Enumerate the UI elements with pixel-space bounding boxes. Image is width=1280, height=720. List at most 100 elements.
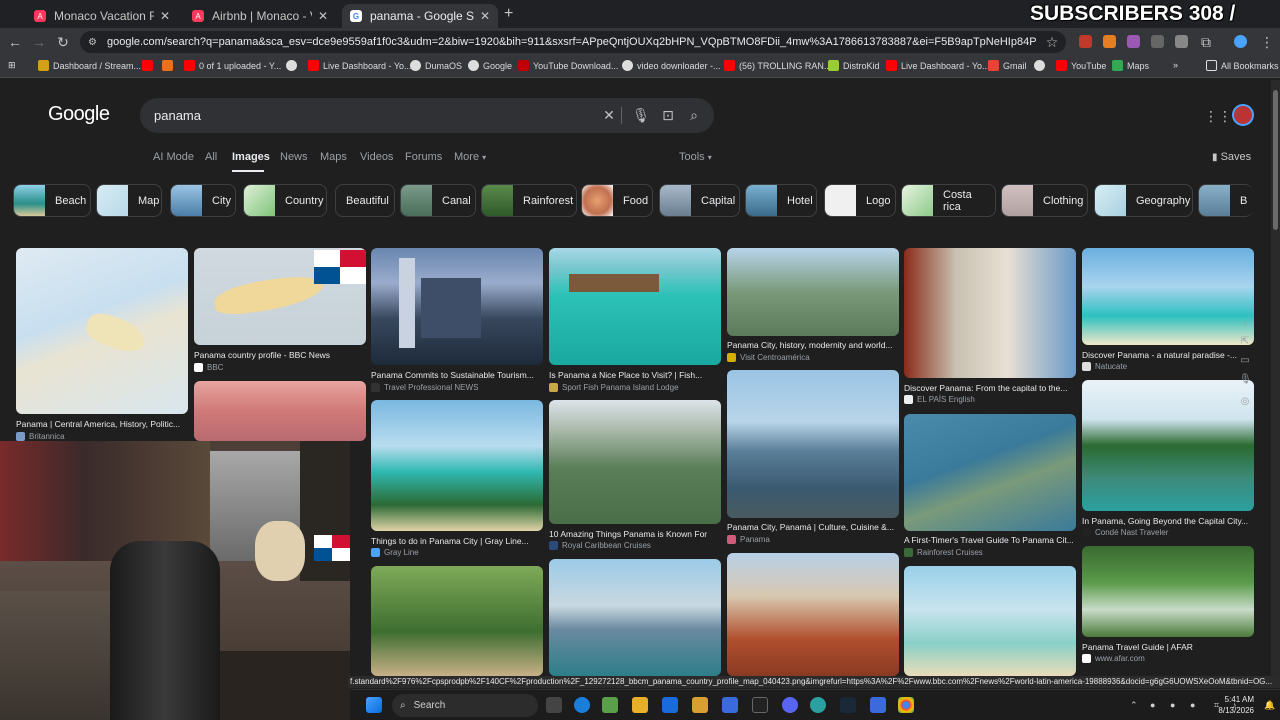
- tray-app-icon[interactable]: ●: [1190, 700, 1195, 710]
- lens-icon[interactable]: ◎: [1239, 396, 1251, 408]
- chip-beautiful[interactable]: Beautiful: [335, 184, 395, 217]
- edge-icon[interactable]: [574, 697, 590, 713]
- chip-logo[interactable]: Logo: [824, 184, 896, 217]
- extension-icon[interactable]: [1151, 35, 1164, 48]
- bookmark-item[interactable]: DumaOS: [410, 60, 462, 71]
- tab-ai-mode[interactable]: AI Mode: [153, 151, 194, 163]
- scrollbar-thumb[interactable]: [1273, 90, 1278, 230]
- chip-costa-rica[interactable]: Costa rica: [901, 184, 996, 217]
- chip-beach[interactable]: Beach: [13, 184, 91, 217]
- browser-tab-2[interactable]: A Airbnb | Monaco - Vacation Re ✕: [184, 4, 336, 28]
- system-clock[interactable]: 5:41 AM 8/13/2026: [1218, 694, 1254, 716]
- bookmark-item[interactable]: video downloader -...: [622, 60, 721, 71]
- close-icon[interactable]: ✕: [160, 9, 170, 23]
- bookmark-item[interactable]: (56) TROLLING RAN...: [724, 60, 831, 71]
- discord-icon[interactable]: [782, 697, 798, 713]
- tab-news[interactable]: News: [280, 151, 308, 163]
- google-logo[interactable]: Google: [48, 103, 110, 126]
- bookmark-item[interactable]: [162, 60, 177, 71]
- bookmark-item[interactable]: YouTube Download...: [518, 60, 618, 71]
- extension-icon[interactable]: [1127, 35, 1140, 48]
- close-icon[interactable]: ✕: [480, 9, 490, 23]
- chevron-up-icon[interactable]: ⌃: [1130, 700, 1138, 711]
- tab-more[interactable]: More ▾: [454, 151, 486, 163]
- app-icon[interactable]: [870, 697, 886, 713]
- chip-clothing[interactable]: Clothing: [1001, 184, 1088, 217]
- task-view-icon[interactable]: [546, 697, 562, 713]
- search-box[interactable]: panama ✕ 🎙 ⊡ ⌕: [140, 98, 714, 133]
- chip-hotel[interactable]: Hotel: [745, 184, 817, 217]
- steam-icon[interactable]: [840, 697, 856, 713]
- chip-b[interactable]: B: [1198, 184, 1253, 217]
- bookmark-item[interactable]: Dashboard / Stream...: [38, 60, 141, 71]
- clear-icon[interactable]: ✕: [600, 106, 618, 124]
- bookmark-item[interactable]: DistroKid: [828, 60, 880, 71]
- reload-icon[interactable]: ↻: [54, 33, 72, 51]
- app-icon[interactable]: [662, 697, 678, 713]
- tray-app-icon[interactable]: ●: [1150, 700, 1155, 710]
- tab-images[interactable]: Images: [232, 151, 270, 163]
- extension-icon[interactable]: [1079, 35, 1092, 48]
- share-icon[interactable]: ⇱: [1239, 336, 1251, 348]
- chip-capital[interactable]: Capital: [659, 184, 740, 217]
- tab-maps[interactable]: Maps: [320, 151, 347, 163]
- chip-rainforest[interactable]: Rainforest: [481, 184, 577, 217]
- address-bar[interactable]: ⚙ google.com/search?q=panama&sca_esv=dce…: [80, 31, 1066, 53]
- chip-map[interactable]: Map: [96, 184, 162, 217]
- close-icon[interactable]: ✕: [318, 9, 328, 23]
- browser-tab-3[interactable]: G panama - Google Search ✕: [342, 4, 498, 28]
- microphone-icon[interactable]: 🎙: [1239, 374, 1252, 386]
- bookmark-item[interactable]: 0 of 1 uploaded - Y...: [184, 60, 281, 71]
- tray-app-icon[interactable]: ●: [1170, 700, 1175, 710]
- bookmark-item[interactable]: YouTube: [1056, 60, 1106, 71]
- tab-all[interactable]: All: [205, 151, 217, 163]
- bookmark-item[interactable]: Google: [468, 60, 512, 71]
- extensions-puzzle-icon[interactable]: ⧉: [1197, 33, 1215, 51]
- tab-forums[interactable]: Forums: [405, 151, 442, 163]
- chip-city[interactable]: City: [170, 184, 236, 217]
- app-icon[interactable]: [692, 697, 708, 713]
- extension-icon[interactable]: [1103, 35, 1116, 48]
- bookmark-item[interactable]: Live Dashboard - Yo...: [308, 60, 412, 71]
- profile-icon[interactable]: [1234, 35, 1247, 48]
- all-bookmarks-button[interactable]: All Bookmarks: [1206, 60, 1279, 71]
- notification-icon[interactable]: 🔔: [1264, 700, 1275, 711]
- bookmark-item[interactable]: Live Dashboard - Yo...: [886, 60, 990, 71]
- chip-canal[interactable]: Canal: [400, 184, 476, 217]
- browser-tab-1[interactable]: A Monaco Vacation Rentals (4.9 o ✕: [26, 4, 178, 28]
- bookmark-item[interactable]: [142, 60, 157, 71]
- taskbar-search[interactable]: ⌕ Search: [392, 694, 538, 717]
- extension-icon[interactable]: [1175, 35, 1188, 48]
- forward-icon[interactable]: →: [30, 33, 48, 51]
- bookmark-star-icon[interactable]: ☆: [1043, 33, 1061, 51]
- site-info-icon[interactable]: ⚙: [88, 37, 97, 48]
- apps-grid-icon[interactable]: ⊞: [8, 60, 16, 71]
- avatar[interactable]: [1232, 104, 1254, 126]
- more-bookmarks-button[interactable]: »: [1173, 60, 1178, 70]
- tab-videos[interactable]: Videos: [360, 151, 393, 163]
- bookmark-item[interactable]: Gmail: [988, 60, 1027, 71]
- app-icon[interactable]: [752, 697, 768, 713]
- bookmark-item[interactable]: [1034, 60, 1049, 71]
- app-icon[interactable]: [810, 697, 826, 713]
- back-icon[interactable]: ←: [6, 33, 24, 51]
- windows-start-icon[interactable]: [366, 697, 382, 713]
- app-icon[interactable]: [602, 697, 618, 713]
- saves-button[interactable]: ▮ Saves: [1212, 151, 1251, 163]
- new-tab-button[interactable]: +: [504, 5, 513, 23]
- chat-icon[interactable]: ▭: [1239, 355, 1251, 367]
- lens-icon[interactable]: ⊡: [659, 106, 677, 124]
- bookmark-item[interactable]: [286, 60, 301, 71]
- tools-button[interactable]: Tools ▾: [679, 151, 712, 163]
- chrome-icon[interactable]: [898, 697, 914, 713]
- chip-geography[interactable]: Geography: [1094, 184, 1193, 217]
- search-icon[interactable]: ⌕: [685, 106, 703, 124]
- search-input[interactable]: panama: [154, 108, 201, 123]
- file-explorer-icon[interactable]: [632, 697, 648, 713]
- app-icon[interactable]: [722, 697, 738, 713]
- bookmark-item[interactable]: Maps: [1112, 60, 1149, 71]
- chip-food[interactable]: Food: [581, 184, 653, 217]
- microphone-icon[interactable]: 🎙: [632, 106, 650, 124]
- chevron-right-icon[interactable]: ›: [1239, 318, 1251, 330]
- chip-country[interactable]: Country: [243, 184, 327, 217]
